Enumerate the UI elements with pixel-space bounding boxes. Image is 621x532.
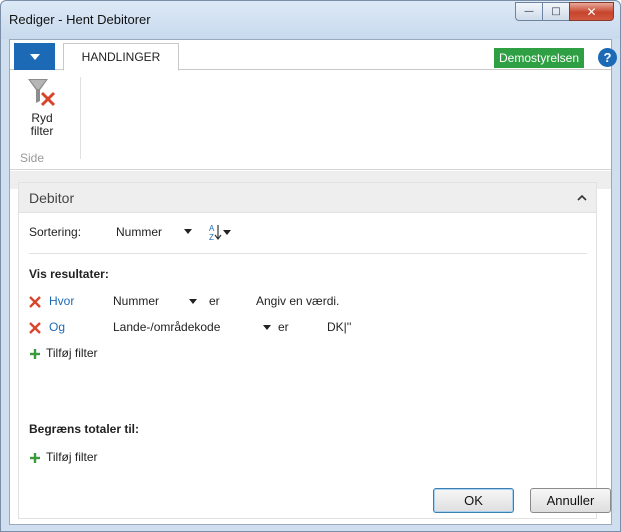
clear-filter-icon <box>24 77 60 111</box>
divider <box>29 253 587 254</box>
ok-button[interactable]: OK <box>433 488 514 513</box>
dialog-client-area: HANDLINGER Demostyrelsen ? Ryd filter Si… <box>9 39 617 525</box>
window-controls: — □ ✕ <box>515 2 614 21</box>
remove-filter-icon[interactable] <box>29 322 41 334</box>
add-totals-filter-link[interactable]: Tilføj filter <box>46 450 98 464</box>
ribbon-group-label: Side <box>20 151 45 165</box>
clear-filter-button[interactable]: Ryd filter <box>14 73 70 145</box>
filter-operator: er <box>209 294 220 308</box>
add-filter-link[interactable]: Tilføj filter <box>46 346 98 360</box>
chevron-down-icon[interactable] <box>263 325 271 330</box>
filter-field-select[interactable]: Nummer <box>113 294 159 308</box>
panel-header[interactable]: Debitor <box>19 183 596 213</box>
svg-text:Z: Z <box>209 233 214 241</box>
limit-totals-title: Begræns totaler til: <box>29 422 140 436</box>
minimize-icon: — <box>524 6 534 17</box>
help-icon[interactable]: ? <box>598 48 617 67</box>
sort-dropdown-icon[interactable] <box>184 229 192 234</box>
chevron-up-icon[interactable] <box>577 194 587 202</box>
dialog-window: Rediger - Hent Debitorer — □ ✕ HANDLINGE… <box>0 0 621 532</box>
add-icon[interactable] <box>29 452 41 464</box>
company-badge: Demostyrelsen <box>494 48 585 68</box>
filter-value-input[interactable]: DK|'' <box>327 320 351 334</box>
ribbon-separator <box>80 77 81 159</box>
chevron-down-icon <box>29 53 40 60</box>
svg-text:A: A <box>209 224 215 233</box>
show-results-title: Vis resultater: <box>29 267 109 281</box>
maximize-button[interactable]: □ <box>542 2 569 21</box>
filter-field-select[interactable]: Lande-/områdekode <box>113 320 220 334</box>
tab-handlinger[interactable]: HANDLINGER <box>63 43 179 71</box>
close-button[interactable]: ✕ <box>569 2 614 21</box>
title-bar[interactable]: Rediger - Hent Debitorer — □ ✕ <box>1 1 620 39</box>
filter-operator: er <box>278 320 289 334</box>
filter-connector-hvor: Hvor <box>49 294 75 308</box>
add-icon[interactable] <box>29 348 41 360</box>
cancel-button[interactable]: Annuller <box>530 488 611 513</box>
panel-title: Debitor <box>29 190 75 206</box>
filter-value-input[interactable]: Angiv en værdi. <box>256 294 339 308</box>
chevron-down-icon[interactable] <box>189 299 197 304</box>
minimize-button[interactable]: — <box>515 2 542 21</box>
debitor-filter-panel: Debitor Sortering: Nummer A Z Vis result… <box>18 182 597 519</box>
sort-field-select[interactable]: Nummer <box>116 225 162 239</box>
sort-label: Sortering: <box>29 225 82 239</box>
clear-filter-label-1: Ryd <box>31 111 53 125</box>
remove-filter-icon[interactable] <box>29 296 41 308</box>
ribbon-tab-strip: HANDLINGER Demostyrelsen ? <box>10 40 617 71</box>
application-menu-button[interactable] <box>14 43 55 70</box>
filter-connector-og: Og <box>49 320 66 334</box>
maximize-icon: □ <box>551 6 561 17</box>
sort-az-icon[interactable]: A Z <box>209 223 235 241</box>
clear-filter-label-2: filter <box>30 124 54 138</box>
ribbon-body: Ryd filter Side <box>10 71 611 170</box>
window-title: Rediger - Hent Debitorer <box>9 12 151 27</box>
close-icon: ✕ <box>586 4 597 19</box>
